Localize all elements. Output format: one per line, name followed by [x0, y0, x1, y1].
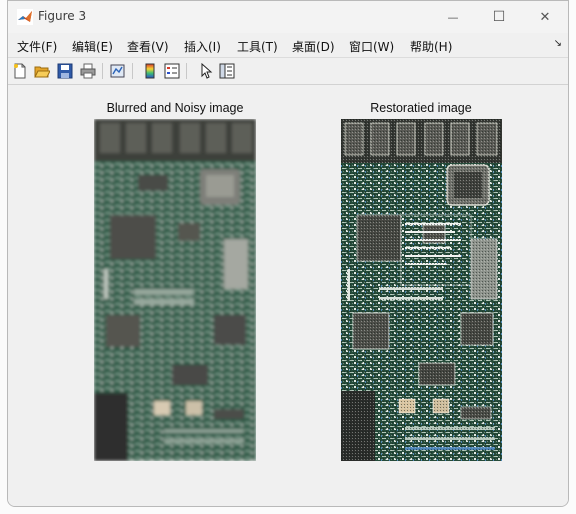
menu-window[interactable]: 窗口(W) [349, 38, 394, 55]
menu-view[interactable]: 查看(V) [127, 38, 169, 55]
edit-plot-button[interactable] [197, 62, 215, 80]
new-figure-button[interactable] [11, 62, 29, 80]
blurred-image[interactable] [94, 119, 256, 461]
menu-tools[interactable]: 工具(T) [237, 38, 278, 55]
menu-help[interactable]: 帮助(H) [410, 38, 452, 55]
print-icon [80, 63, 96, 79]
window-title: Figure 3 [38, 9, 87, 23]
maximize-button[interactable]: ☐ [476, 1, 522, 33]
menu-edit[interactable]: 编辑(E) [72, 38, 113, 55]
insert-legend-icon [164, 63, 180, 79]
close-button[interactable]: ✕ [522, 1, 568, 33]
toolbar-separator [132, 63, 133, 79]
print-button[interactable] [79, 62, 97, 80]
open-file-button[interactable] [33, 62, 51, 80]
menu-overflow-arrow-icon[interactable]: ↘ [554, 38, 562, 49]
menu-desktop[interactable]: 桌面(D) [292, 38, 335, 55]
insert-colorbar-button[interactable] [141, 62, 159, 80]
minimize-icon: — [447, 10, 459, 24]
property-inspector-icon [219, 63, 235, 79]
minimize-button[interactable]: — [430, 1, 476, 33]
blurred-circuit-board-image [94, 119, 256, 461]
menu-file[interactable]: 文件(F) [17, 38, 57, 55]
toolbar-separator [102, 63, 103, 79]
property-inspector-button[interactable] [218, 62, 236, 80]
close-icon: ✕ [539, 9, 551, 25]
restored-circuit-board-image [341, 119, 502, 461]
matlab-logo-icon [17, 9, 33, 25]
open-file-icon [34, 66, 50, 78]
title-bar[interactable]: Figure 3 — ☐ ✕ [8, 1, 568, 33]
maximize-icon: ☐ [492, 9, 506, 25]
left-axes-title: Blurred and Noisy image [106, 101, 244, 115]
link-plot-button[interactable] [109, 62, 127, 80]
insert-colorbar-icon [145, 63, 155, 79]
figure-canvas[interactable]: Blurred and Noisy image Restoratied imag… [8, 85, 568, 506]
insert-legend-button[interactable] [163, 62, 181, 80]
new-figure-icon [14, 63, 26, 79]
figure-window: Figure 3 — ☐ ✕ 文件(F) 编辑(E) 查看(V) 插入(I) 工… [7, 0, 569, 507]
restored-image[interactable] [341, 119, 502, 461]
toolbar-separator [186, 63, 187, 79]
menu-bar: 文件(F) 编辑(E) 查看(V) 插入(I) 工具(T) 桌面(D) 窗口(W… [8, 33, 568, 57]
figure-toolbar [8, 57, 568, 85]
edit-plot-pointer-icon [201, 63, 213, 79]
menu-insert[interactable]: 插入(I) [184, 38, 221, 55]
link-plot-icon [110, 64, 125, 78]
right-axes-title: Restoratied image [370, 101, 472, 115]
save-button[interactable] [56, 62, 74, 80]
save-icon [57, 63, 73, 79]
